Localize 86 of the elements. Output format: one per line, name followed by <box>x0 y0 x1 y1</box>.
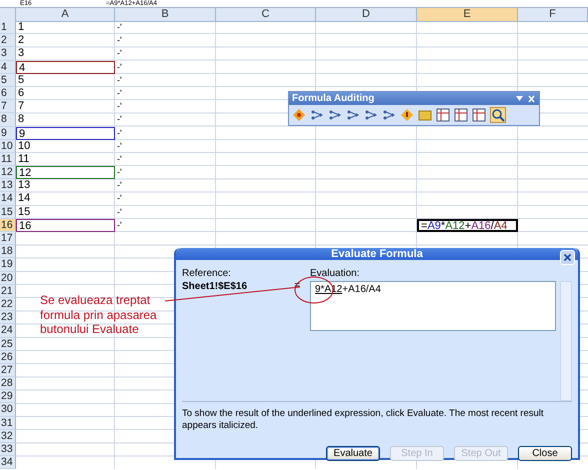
column-header[interactable]: C <box>216 8 316 22</box>
row-header[interactable]: 2 <box>0 34 16 48</box>
row-header[interactable]: 33 <box>0 443 16 456</box>
row-header[interactable]: 29 <box>0 390 16 404</box>
reference-label: Reference: <box>182 268 232 279</box>
row-header[interactable]: 31 <box>0 416 16 430</box>
row-header[interactable]: 19 <box>0 258 16 272</box>
row-header[interactable]: 32 <box>0 430 16 443</box>
table-cell-text: 14 <box>17 192 32 206</box>
row-header[interactable]: 25 <box>0 338 16 351</box>
table-cell-text: 2 <box>17 34 26 48</box>
row-header[interactable]: 20 <box>0 272 16 285</box>
table-cell-text: 1 <box>17 21 26 34</box>
row-header[interactable]: 16 <box>0 218 16 232</box>
table-cell-text: -' <box>116 126 123 140</box>
table-cell-text: -' <box>116 192 123 206</box>
row-header[interactable]: 7 <box>0 100 16 114</box>
dialog-button[interactable]: Close <box>518 446 572 461</box>
table-cell-text: -' <box>116 206 123 219</box>
row-header[interactable]: 3 <box>0 47 16 61</box>
table-cell: 4 <box>16 60 115 74</box>
toolbar-title: Formula Auditing <box>292 93 374 104</box>
annotation-text: Se evalueaza treptat formula prin apasarea butonului Evaluate <box>40 293 158 336</box>
table-cell-text: 15 <box>17 206 32 219</box>
row-header[interactable]: 26 <box>0 350 16 364</box>
table-cell: 16 <box>16 218 115 232</box>
row-header[interactable]: 13 <box>0 179 16 192</box>
table-cell-text: -' <box>116 74 123 87</box>
table-cell-text: -' <box>116 140 123 153</box>
row-header[interactable]: 27 <box>0 364 16 378</box>
dialog-button[interactable]: Evaluate <box>326 446 380 461</box>
table-cell-text: -' <box>116 218 123 232</box>
row-header[interactable]: 15 <box>0 206 16 219</box>
table-cell-text: -' <box>116 100 123 114</box>
row-header[interactable]: 14 <box>0 192 16 206</box>
row-header[interactable]: 18 <box>0 245 16 258</box>
table-cell-text: -' <box>116 152 123 166</box>
column-header[interactable]: B <box>115 8 216 22</box>
table-cell-text: -' <box>116 113 123 126</box>
table-cell-text: -' <box>116 86 123 100</box>
table-cell-text: 8 <box>17 113 26 126</box>
scrollbar[interactable] <box>560 281 572 401</box>
row-header[interactable]: 5 <box>0 74 16 87</box>
reference-value: Sheet1!$E$16 <box>182 281 248 292</box>
error-diamond-icon[interactable] <box>400 108 414 122</box>
table-cell-text: -' <box>116 21 123 34</box>
row-header[interactable]: 4 <box>0 60 16 74</box>
column-header[interactable]: A <box>16 8 115 22</box>
table-cell-text: -' <box>116 166 123 180</box>
row-header[interactable]: 23 <box>0 311 16 324</box>
table-cell-text: 13 <box>17 179 32 192</box>
table-cell-text: -' <box>116 47 123 60</box>
dialog-title: Evaluate Formula <box>331 248 423 260</box>
row-header[interactable]: 30 <box>0 403 16 417</box>
close-icon[interactable] <box>560 250 575 265</box>
row-header[interactable]: 9 <box>0 126 16 140</box>
active-cell[interactable]: =A9*A12+A16/A4 <box>417 218 518 232</box>
table-cell-text: -' <box>116 60 123 74</box>
row-header[interactable]: 21 <box>0 284 16 298</box>
hint-text: To show the result of the underlined expression, click Evaluate. The most recent result appears italicized. <box>181 407 545 432</box>
table-cell-text: 3 <box>17 47 26 61</box>
row-header[interactable]: 24 <box>0 324 16 338</box>
evaluation-label: Evaluation: <box>310 268 360 279</box>
row-header[interactable]: 34 <box>0 456 16 470</box>
table-cell-text: 11 <box>17 152 30 166</box>
row-header[interactable]: 8 <box>0 113 16 126</box>
row-header[interactable]: 17 <box>0 232 16 246</box>
table-cell: 12 <box>16 166 115 180</box>
column-header[interactable]: E <box>417 8 518 22</box>
row-header[interactable]: 10 <box>0 140 16 153</box>
row-header[interactable]: 22 <box>0 298 16 312</box>
table-cell-text: 5 <box>17 74 26 87</box>
table-cell: 9 <box>16 126 115 140</box>
row-header[interactable]: 6 <box>0 86 16 100</box>
row-header[interactable]: 12 <box>0 166 16 180</box>
row-header[interactable]: 11 <box>0 152 16 166</box>
table-cell-text: 6 <box>17 86 26 100</box>
table-cell-text: -' <box>116 34 123 48</box>
table-cell-text: 7 <box>17 100 26 114</box>
toolbar-controls-icon[interactable] <box>516 94 536 102</box>
table-cell-text: 10 <box>17 140 32 153</box>
column-header[interactable]: F <box>518 8 588 22</box>
column-header[interactable]: D <box>316 8 417 22</box>
row-header[interactable]: 1 <box>0 21 16 34</box>
table-cell-text: -' <box>116 179 123 192</box>
row-header[interactable]: 28 <box>0 377 16 390</box>
